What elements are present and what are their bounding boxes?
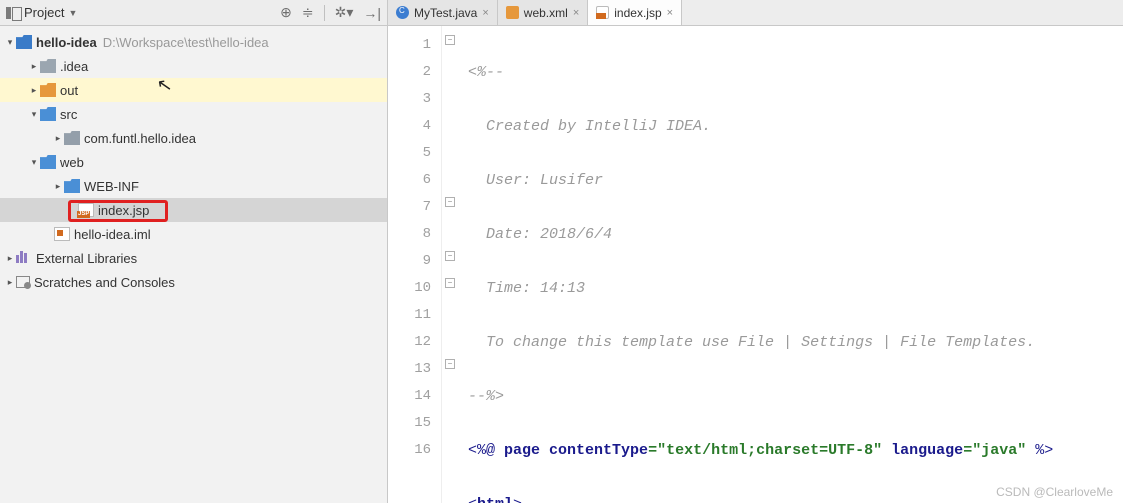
tree-root[interactable]: hello-idea D:\Workspace\test\hello-idea <box>0 30 387 54</box>
fold-toggle[interactable]: − <box>445 278 455 288</box>
folder-icon <box>64 179 80 193</box>
code-text: To change this template use File | Setti… <box>486 334 1035 351</box>
line-gutter: 12345678 910111213141516 <box>388 26 442 503</box>
chevron-down-icon[interactable]: ▼ <box>68 8 77 18</box>
gear-icon[interactable]: ✲▾ <box>335 4 354 21</box>
sidebar-header: Project ▼ ⊕ ≑ ✲▾ →| <box>0 0 387 26</box>
code-content[interactable]: <%-- Created by IntelliJ IDEA. User: Lus… <box>460 26 1123 503</box>
close-icon[interactable]: × <box>667 7 673 19</box>
code-text: --%> <box>468 388 504 405</box>
divider <box>324 5 325 21</box>
project-title[interactable]: Project <box>24 5 64 20</box>
hide-icon[interactable]: →| <box>363 5 381 21</box>
tree-node-extlib[interactable]: External Libraries <box>0 246 387 270</box>
jsp-file-icon: JSP <box>78 203 94 217</box>
tree-node-indexjsp[interactable]: JSP index.jsp <box>0 198 387 222</box>
tree-node-pkg[interactable]: com.funtl.hello.idea <box>0 126 387 150</box>
fold-toggle[interactable]: − <box>445 359 455 369</box>
tree-node-idea[interactable]: .idea <box>0 54 387 78</box>
tab-label: MyTest.java <box>414 6 477 20</box>
fold-bar[interactable]: − − − − − <box>442 26 460 503</box>
code-text: Time: 14:13 <box>486 280 585 297</box>
editor-pane: MyTest.java × web.xml × index.jsp × 1234… <box>388 0 1123 503</box>
module-icon <box>16 35 32 49</box>
java-file-icon <box>396 6 409 19</box>
iml-file-icon <box>54 227 70 241</box>
package-icon <box>64 131 80 145</box>
library-icon <box>16 251 32 265</box>
close-icon[interactable]: × <box>482 7 488 19</box>
tab-webxml[interactable]: web.xml × <box>498 0 588 25</box>
folder-icon <box>40 59 56 73</box>
xml-file-icon <box>506 6 519 19</box>
project-sidebar: Project ▼ ⊕ ≑ ✲▾ →| hello-idea D:\Worksp… <box>0 0 388 503</box>
collapse-icon[interactable]: ≑ <box>302 4 314 21</box>
project-panel-icon <box>6 7 20 19</box>
tab-label: index.jsp <box>614 6 661 20</box>
code-text: Created by IntelliJ IDEA. <box>486 118 711 135</box>
tab-indexjsp[interactable]: index.jsp × <box>588 0 682 25</box>
fold-toggle[interactable]: − <box>445 35 455 45</box>
folder-icon <box>40 107 56 121</box>
project-tree[interactable]: hello-idea D:\Workspace\test\hello-idea … <box>0 26 387 503</box>
tree-node-src[interactable]: src <box>0 102 387 126</box>
tree-node-webinf[interactable]: WEB-INF <box>0 174 387 198</box>
code-text: Date: 2018/6/4 <box>486 226 612 243</box>
tree-node-web[interactable]: web <box>0 150 387 174</box>
folder-icon <box>40 83 56 97</box>
code-text: <%@ <box>468 442 504 459</box>
code-area[interactable]: 12345678 910111213141516 − − − − − <%-- … <box>388 26 1123 503</box>
tab-label: web.xml <box>524 6 568 20</box>
root-name: hello-idea <box>36 35 97 50</box>
locate-icon[interactable]: ⊕ <box>280 4 292 21</box>
root-path: D:\Workspace\test\hello-idea <box>103 35 269 50</box>
tree-node-out[interactable]: out <box>0 78 387 102</box>
fold-toggle[interactable]: − <box>445 251 455 261</box>
watermark: CSDN @ClearloveMe <box>996 485 1113 499</box>
folder-icon <box>40 155 56 169</box>
editor-tabs: MyTest.java × web.xml × index.jsp × <box>388 0 1123 26</box>
fold-toggle[interactable]: − <box>445 197 455 207</box>
code-text: <%-- <box>468 64 504 81</box>
scratch-icon <box>16 276 30 288</box>
close-icon[interactable]: × <box>573 7 579 19</box>
tree-node-scratch[interactable]: Scratches and Consoles <box>0 270 387 294</box>
tab-mytest[interactable]: MyTest.java × <box>388 0 498 25</box>
jsp-file-icon <box>596 6 609 19</box>
tree-node-iml[interactable]: hello-idea.iml <box>0 222 387 246</box>
code-text: User: Lusifer <box>486 172 603 189</box>
